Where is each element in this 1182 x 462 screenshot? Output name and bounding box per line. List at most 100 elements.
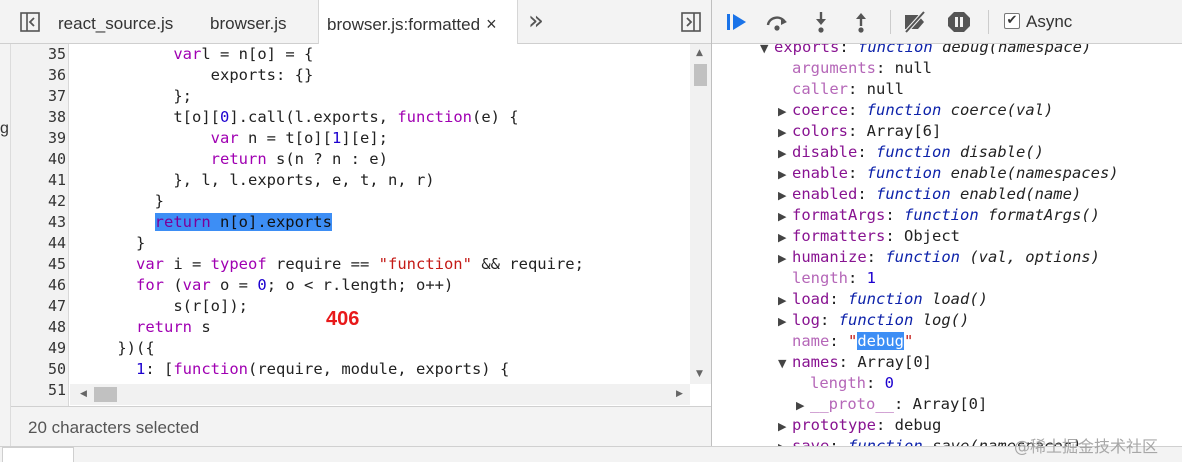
scope-property-row[interactable]: arguments: null (778, 58, 932, 79)
code-token: 1 (136, 360, 146, 378)
step-into-icon[interactable] (808, 10, 834, 34)
scope-property-row[interactable]: name: "debug" (778, 331, 913, 352)
property-value: function (866, 101, 942, 119)
line-number[interactable]: 35 (11, 44, 68, 65)
line-number[interactable]: 39 (11, 128, 68, 149)
expand-triangle-icon[interactable]: ▶ (778, 185, 792, 206)
expand-triangle-open-icon[interactable]: ▼ (760, 44, 774, 59)
resume-icon[interactable] (724, 10, 750, 34)
scope-property-row[interactable]: ▶ __proto__: Array[0] (796, 394, 987, 416)
scope-property-row[interactable]: ▶ log: function log() (778, 310, 969, 332)
property-value: coerce(val) (941, 101, 1054, 119)
debugger-toolbar: ✔ Async (712, 0, 1182, 44)
line-number[interactable]: 42 (11, 191, 68, 212)
scroll-right-icon[interactable]: ▶ (676, 389, 683, 399)
line-number[interactable]: 41 (11, 170, 68, 191)
scope-property-row[interactable]: ▶ colors: Array[6] (778, 121, 941, 143)
expand-triangle-icon[interactable]: ▶ (778, 206, 792, 227)
line-number[interactable]: 44 (11, 233, 68, 254)
line-number[interactable]: 48 (11, 317, 68, 338)
line-number[interactable]: 36 (11, 65, 68, 86)
code-line: var n = t[o][1][e]; (80, 128, 388, 149)
line-number[interactable]: 47 (11, 296, 68, 317)
line-number[interactable]: 37 (11, 86, 68, 107)
line-number[interactable]: 51 (11, 380, 68, 401)
scope-property-row[interactable]: ▶ enabled: function enabled(name) (778, 184, 1081, 206)
scope-property-row[interactable]: length: 0 (796, 373, 894, 394)
step-over-icon[interactable] (764, 10, 790, 34)
code-token: n[o].exports (210, 213, 332, 231)
deactivate-breakpoints-icon[interactable] (902, 10, 928, 34)
scope-property-row[interactable]: ▼ names: Array[0] (778, 352, 932, 374)
line-number[interactable]: 40 (11, 149, 68, 170)
code-line: varl = n[o] = { (80, 44, 313, 65)
expand-triangle-icon[interactable]: ▶ (778, 311, 792, 332)
line-number[interactable]: 45 (11, 254, 68, 275)
scroll-up-icon[interactable]: ▲ (696, 48, 703, 58)
scope-property-row[interactable]: ▶ coerce: function coerce(val) (778, 100, 1053, 122)
expand-triangle-icon[interactable]: ▶ (778, 143, 792, 164)
code-token: ; o < r.length; o++) (266, 276, 454, 294)
scope-property-row[interactable]: caller: null (778, 79, 904, 100)
code-token: }, l, l.exports, e, t, n, r) (173, 171, 435, 189)
line-number[interactable]: 46 (11, 275, 68, 296)
horizontal-scrollbar[interactable]: ◀ ▶ (70, 384, 690, 405)
editor-tab-bar: react_source.js browser.js browser.js:fo… (0, 0, 711, 45)
scope-property-row[interactable]: ▶ disable: function disable() (778, 142, 1044, 164)
scope-property-row[interactable]: ▶ formatArgs: function formatArgs() (778, 205, 1100, 227)
tab-react-source[interactable]: react_source.js (58, 0, 173, 44)
scope-property-row[interactable]: ▶ enable: function enable(namespaces) (778, 163, 1119, 185)
scope-property-row[interactable]: ▶ prototype: debug (778, 415, 941, 437)
property-value: function (838, 311, 914, 329)
expand-triangle-icon[interactable]: ▶ (778, 248, 792, 269)
expand-triangle-icon[interactable]: ▶ (778, 290, 792, 311)
async-checkbox[interactable]: ✔ (1004, 13, 1020, 29)
code-line: }, l, l.exports, e, t, n, r) (80, 170, 435, 191)
code-token: 0 (257, 276, 267, 294)
scope-property-row[interactable]: ▼ exports: function debug(namespace) (760, 44, 1091, 59)
property-key: load (792, 290, 830, 308)
expand-triangle-icon[interactable]: ▶ (778, 164, 792, 185)
line-number[interactable]: 38 (11, 107, 68, 128)
pause-on-exceptions-icon[interactable] (946, 10, 972, 34)
scope-tree: ▼ exports: function debug(namespace) argum… (712, 44, 1182, 446)
expand-triangle-icon[interactable]: ▶ (778, 227, 792, 248)
selected-value: debug (857, 332, 905, 350)
property-key: disable (792, 143, 858, 161)
code-line: t[o][0].call(l.exports, function(e) { (80, 107, 518, 128)
line-number[interactable]: 43 (11, 212, 68, 233)
line-number[interactable]: 49 (11, 338, 68, 359)
property-value: function (876, 143, 951, 161)
scope-property-row[interactable]: ▶ formatters: Object (778, 226, 960, 248)
code-line: var i = typeof require == "function" && … (80, 254, 584, 275)
toggle-navigator-icon[interactable] (19, 11, 41, 33)
vertical-scrollbar[interactable]: ▲ ▼ (690, 44, 711, 384)
step-out-icon[interactable] (848, 10, 874, 34)
close-icon[interactable]: × (486, 0, 497, 48)
expand-triangle-icon[interactable]: ▶ (778, 416, 792, 437)
more-tabs-icon[interactable]: » (528, 6, 544, 36)
toggle-debugger-icon[interactable] (680, 11, 702, 33)
scroll-left-icon[interactable]: ◀ (80, 389, 87, 399)
scroll-thumb[interactable] (94, 387, 117, 402)
scope-property-row[interactable]: length: 1 (778, 268, 876, 289)
expand-triangle-icon[interactable]: ▶ (778, 101, 792, 122)
line-number-gutter[interactable]: 35 36 37 38 39 40 41 42 43 44 45 46 47 48 49 50 51 (11, 44, 69, 406)
expand-triangle-icon[interactable]: ▶ (778, 122, 792, 143)
tab-browser[interactable]: browser.js (210, 0, 287, 44)
tab-browser-formatted[interactable]: browser.js:formatted × (318, 0, 518, 45)
property-key: name (792, 332, 830, 350)
scroll-down-icon[interactable]: ▼ (696, 369, 703, 379)
expand-triangle-open-icon[interactable]: ▼ (778, 353, 792, 374)
scope-property-row[interactable]: ▶ load: function load() (778, 289, 988, 311)
expand-triangle-icon[interactable]: ▶ (778, 437, 792, 446)
drawer-tab[interactable] (2, 447, 74, 462)
property-value: null (894, 59, 932, 77)
scroll-thumb[interactable] (694, 64, 707, 86)
line-number[interactable]: 50 (11, 359, 68, 380)
expand-triangle-icon[interactable]: ▶ (796, 395, 810, 416)
code-token: typeof (210, 255, 267, 273)
property-value: debug(namespace) (932, 44, 1092, 56)
scope-property-row[interactable]: ▶ humanize: function (val, options) (778, 247, 1100, 269)
code-editor[interactable]: 35 36 37 38 39 40 41 42 43 44 45 46 47 48 49 50 51 varl … (11, 44, 711, 406)
